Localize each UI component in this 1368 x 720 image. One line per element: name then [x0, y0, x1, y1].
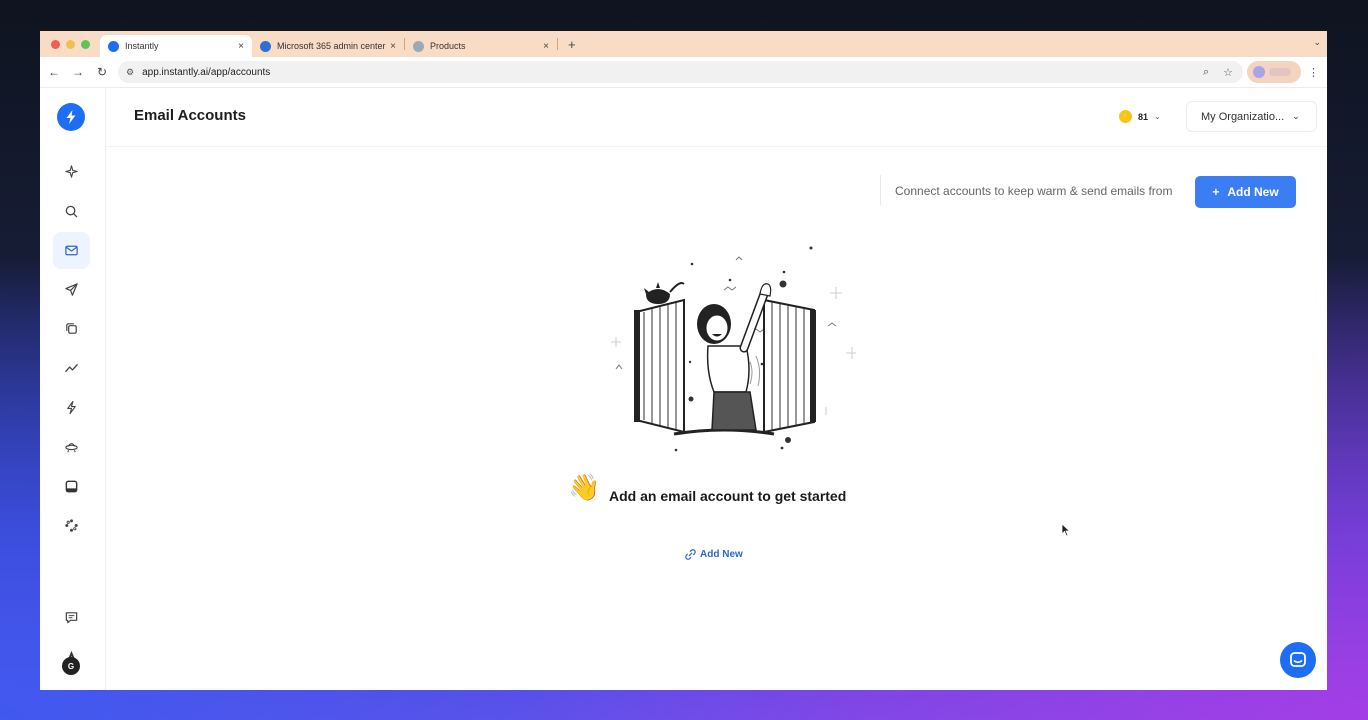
add-new-link-label: Add New	[700, 549, 743, 560]
profile-name-blurred	[1269, 68, 1291, 76]
sidebar-item-integrations[interactable]	[53, 507, 90, 544]
zoom-icon[interactable]: ⌕	[1203, 66, 1209, 79]
empty-state-message: Add an email account to get started	[609, 488, 847, 504]
credits-count: 81	[1138, 111, 1149, 122]
browser-menu-icon[interactable]: ⋮	[1308, 66, 1319, 79]
tab-bar: Instantly × Microsoft 365 admin center ×…	[40, 31, 1327, 57]
send-icon	[65, 283, 78, 296]
sidebar-item-campaigns[interactable]	[53, 271, 90, 308]
sidebar-item-automations[interactable]	[53, 389, 90, 426]
page-header: Email Accounts ⚡ 81 ⌄ My Organizatio... …	[106, 88, 1327, 147]
tab-separator	[557, 38, 558, 50]
profile-avatar	[1253, 66, 1265, 78]
sidebar-item-inbox[interactable]	[53, 468, 90, 505]
profile-button[interactable]	[1247, 61, 1301, 83]
link-icon	[685, 549, 696, 560]
tab-title: Instantly	[125, 41, 159, 51]
support-chat-button[interactable]	[1280, 642, 1316, 678]
sidebar-item-email-accounts[interactable]	[53, 232, 90, 269]
plus-icon: +	[1212, 185, 1220, 199]
maximize-window-button[interactable]	[81, 39, 90, 49]
products-favicon-icon	[413, 40, 424, 52]
page-title: Email Accounts	[134, 107, 246, 124]
close-window-button[interactable]	[51, 39, 60, 49]
connect-accounts-hint: Connect accounts to keep warm & send ema…	[895, 184, 1173, 198]
microsoft-favicon-icon	[260, 40, 271, 52]
sidebar-item-feedback[interactable]	[53, 599, 90, 636]
chevron-down-icon: ⌄	[1292, 111, 1300, 121]
bolt-icon	[67, 400, 76, 415]
site-settings-icon[interactable]: ⚙	[126, 67, 134, 78]
address-bar: ← → ↻ ⚙ app.instantly.ai/app/accounts ⌕ …	[40, 57, 1327, 88]
instantly-favicon-icon	[108, 40, 119, 52]
tab-title: Microsoft 365 admin center	[277, 41, 386, 51]
back-arrow-icon[interactable]: ←	[42, 65, 66, 79]
credits-menu[interactable]: ⚡ 81 ⌄	[1119, 110, 1161, 123]
waving-hand-icon: 👋	[568, 472, 601, 502]
sidebar-item-analytics[interactable]	[53, 350, 90, 387]
organization-name: My Organizatio...	[1201, 110, 1285, 123]
add-new-label: Add New	[1227, 185, 1279, 199]
sparkle-icon	[65, 165, 78, 178]
tab-title: Products	[430, 41, 466, 51]
url-text: app.instantly.ai/app/accounts	[142, 66, 271, 78]
tab-search-chevron-icon[interactable]: ⌄	[1313, 37, 1321, 48]
analytics-icon	[65, 364, 78, 372]
close-tab-icon[interactable]: ×	[543, 41, 549, 52]
app-content: G Email Accounts ⚡ 81 ⌄ My Organizatio..…	[40, 88, 1327, 690]
avatar[interactable]: G	[62, 657, 80, 675]
copy-icon	[66, 323, 77, 334]
add-new-link[interactable]: Add New	[684, 548, 743, 561]
tab-instantly[interactable]: Instantly ×	[100, 35, 252, 57]
feedback-icon	[65, 612, 78, 624]
lightning-logo-icon	[66, 110, 76, 124]
sidebar-item-deliverability[interactable]	[53, 428, 90, 465]
search-icon	[65, 205, 78, 218]
mouse-cursor-icon	[1061, 523, 1071, 537]
sidebar: G	[40, 88, 106, 690]
instantly-logo[interactable]	[57, 103, 85, 131]
bookmark-star-icon[interactable]: ☆	[1223, 66, 1233, 79]
new-tab-button[interactable]: +	[568, 37, 576, 52]
forward-arrow-icon[interactable]: →	[66, 65, 90, 79]
window-controls	[40, 39, 100, 49]
mail-icon	[65, 245, 78, 256]
close-tab-icon[interactable]: ×	[238, 41, 244, 52]
main-area: Connect accounts to keep warm & send ema…	[106, 147, 1327, 690]
credits-bolt-icon: ⚡	[1119, 110, 1132, 123]
close-tab-icon[interactable]: ×	[390, 41, 396, 52]
chat-icon	[1290, 652, 1306, 667]
organization-select[interactable]: My Organizatio... ⌄	[1186, 101, 1317, 132]
sidebar-item-search[interactable]	[53, 193, 90, 230]
tab-products[interactable]: Products ×	[405, 35, 557, 57]
divider	[880, 175, 881, 205]
reload-icon[interactable]: ↻	[90, 65, 114, 79]
url-field[interactable]: ⚙ app.instantly.ai/app/accounts ⌕ ☆	[118, 61, 1243, 83]
sidebar-item-copilot[interactable]	[53, 153, 90, 190]
chevron-down-icon: ⌄	[1154, 112, 1161, 121]
add-new-button[interactable]: + Add New	[1195, 176, 1296, 208]
minimize-window-button[interactable]	[66, 39, 75, 49]
tab-microsoft-365[interactable]: Microsoft 365 admin center ×	[252, 35, 404, 57]
integrations-icon	[65, 519, 78, 532]
browser-window: Instantly × Microsoft 365 admin center ×…	[40, 31, 1327, 690]
inbox-icon	[65, 480, 78, 493]
sidebar-item-unibox[interactable]	[53, 310, 90, 347]
ufo-icon	[65, 443, 78, 453]
empty-state-illustration	[611, 246, 856, 452]
